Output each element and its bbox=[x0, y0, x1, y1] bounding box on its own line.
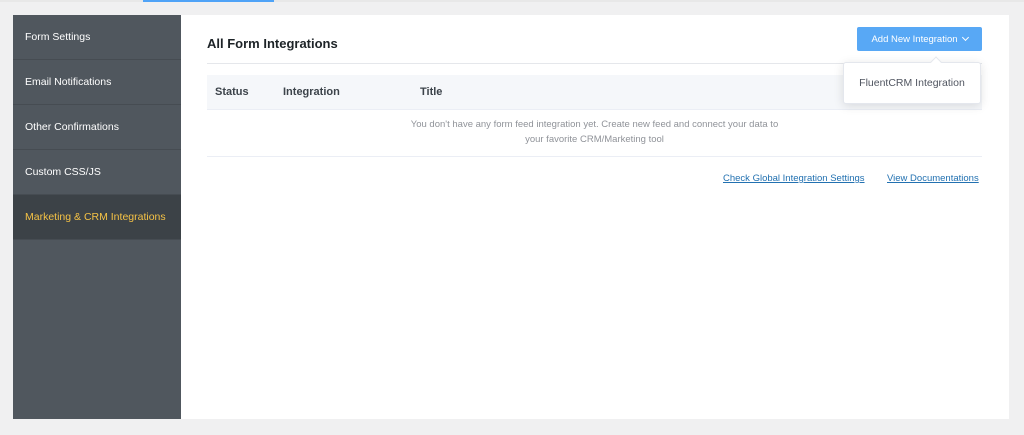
view-documentations-link[interactable]: View Documentations bbox=[887, 173, 979, 184]
sidebar-item-label: Email Notifications bbox=[25, 76, 112, 88]
sidebar-item-label: Marketing & CRM Integrations bbox=[25, 211, 166, 223]
sidebar-item-form-settings[interactable]: Form Settings bbox=[13, 15, 181, 60]
column-header-integration[interactable]: Integration bbox=[283, 86, 340, 98]
settings-sidebar: Form Settings Email Notifications Other … bbox=[13, 15, 181, 419]
add-new-integration-button[interactable]: Add New Integration bbox=[857, 27, 982, 51]
sidebar-item-custom-css-js[interactable]: Custom CSS/JS bbox=[13, 150, 181, 195]
sidebar-item-label: Other Confirmations bbox=[25, 121, 119, 133]
empty-message-line-2: your favorite CRM/Marketing tool bbox=[525, 134, 664, 145]
empty-message-line-1: You don't have any form feed integration… bbox=[410, 119, 779, 130]
sidebar-item-label: Custom CSS/JS bbox=[25, 166, 101, 178]
column-header-title[interactable]: Title bbox=[420, 86, 442, 98]
page-title: All Form Integrations bbox=[207, 36, 338, 51]
sidebar-item-marketing-crm-integrations[interactable]: Marketing & CRM Integrations bbox=[13, 195, 181, 240]
sidebar-item-label: Form Settings bbox=[25, 31, 91, 43]
sidebar-item-other-confirmations[interactable]: Other Confirmations bbox=[13, 105, 181, 150]
add-new-integration-label: Add New Integration bbox=[871, 33, 958, 45]
check-global-integration-settings-link[interactable]: Check Global Integration Settings bbox=[723, 173, 865, 184]
add-integration-dropdown: FluentCRM Integration bbox=[843, 56, 981, 104]
sidebar-item-email-notifications[interactable]: Email Notifications bbox=[13, 60, 181, 105]
column-header-status[interactable]: Status bbox=[215, 86, 249, 98]
chevron-down-icon bbox=[961, 33, 969, 42]
dropdown-item-fluentcrm-integration[interactable]: FluentCRM Integration bbox=[859, 77, 965, 89]
empty-table-message: You don't have any form feed integration… bbox=[207, 110, 982, 157]
top-tab-indicator bbox=[143, 0, 274, 2]
